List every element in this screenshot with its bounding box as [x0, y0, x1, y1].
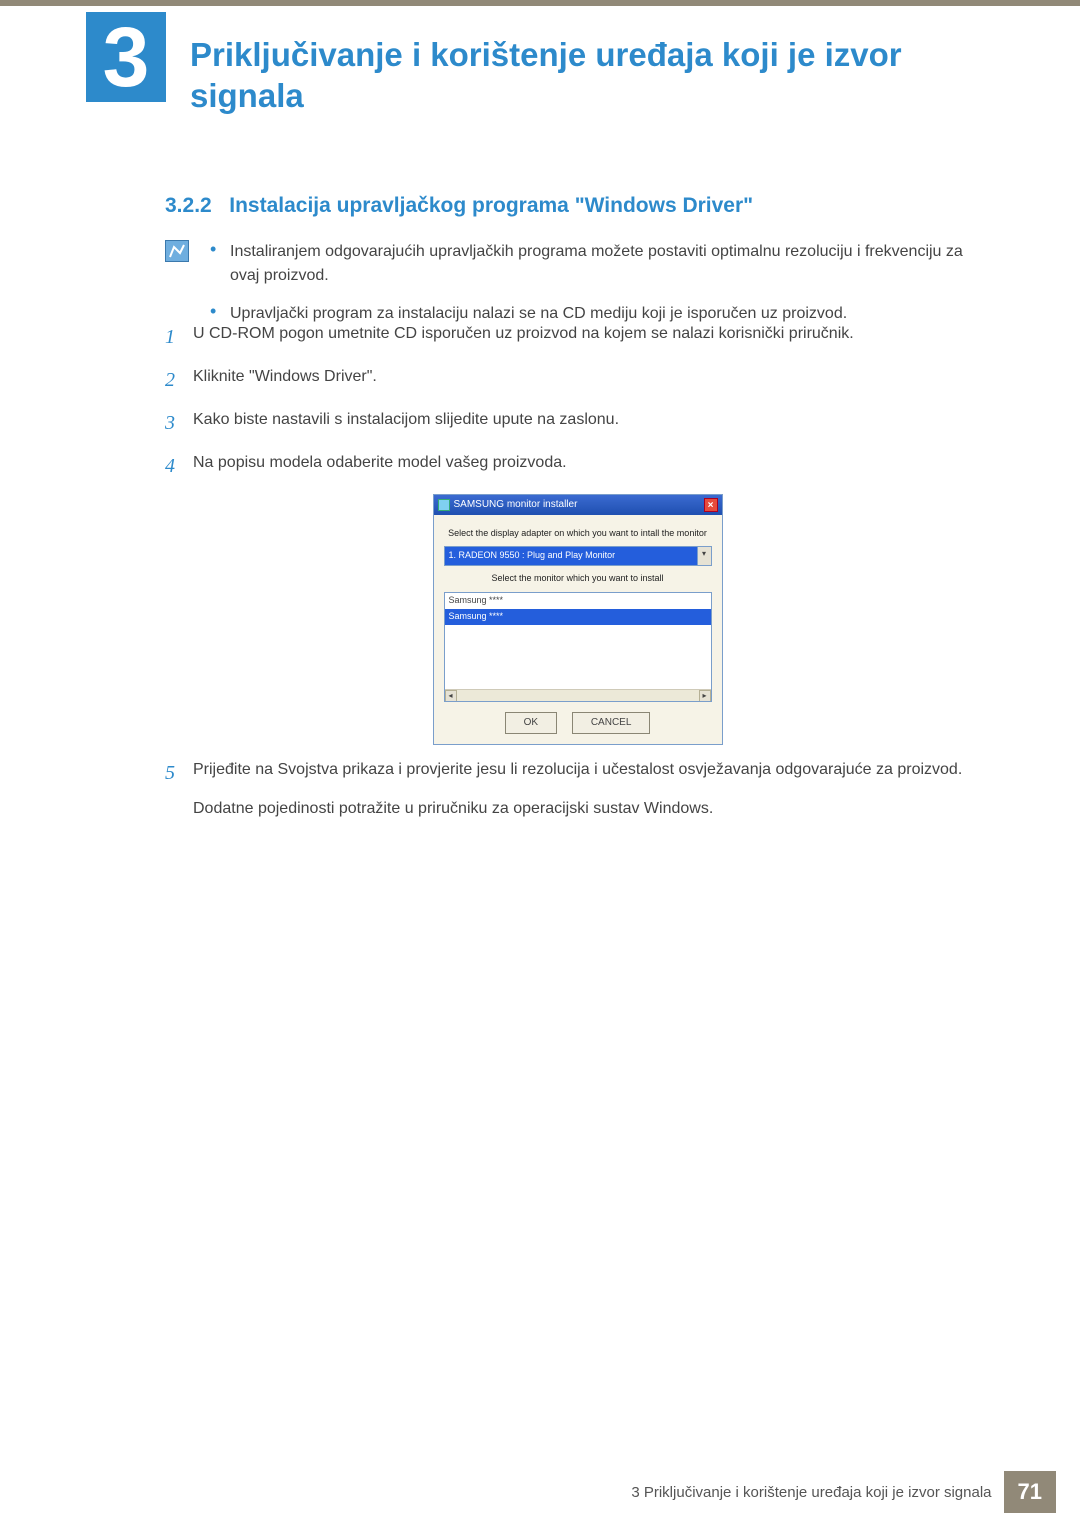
step-number: 3: [165, 408, 193, 439]
step-number: 1: [165, 322, 193, 353]
step-text: Na popisu modela odaberite model vašeg p…: [193, 451, 990, 482]
note-text: Instaliranjem odgovarajućih upravljačkih…: [230, 240, 980, 288]
installer-titlebar: SAMSUNG monitor installer ×: [434, 495, 722, 515]
step-row: 2 Kliknite "Windows Driver".: [165, 365, 990, 396]
note-icon: [165, 240, 189, 262]
installer-window: SAMSUNG monitor installer × Select the d…: [433, 494, 723, 745]
top-accent-bar: [0, 0, 1080, 6]
footer-text: 3 Priključivanje i korištenje uređaja ko…: [631, 1484, 991, 1501]
section-heading: 3.2.2 Instalacija upravljačkog programa …: [165, 194, 753, 218]
installer-buttons: OK CANCEL: [444, 712, 712, 734]
step-text: Kako biste nastavili s instalacijom slij…: [193, 408, 990, 439]
step-text: U CD-ROM pogon umetnite CD isporučen uz …: [193, 322, 990, 353]
chapter-number-badge: 3: [86, 12, 166, 102]
step-text: Prijeđite na Svojstva prikaza i provjeri…: [193, 758, 990, 783]
step-row: 5 Prijeđite na Svojstva prikaza i provje…: [165, 758, 990, 822]
adapter-label: Select the display adapter on which you …: [444, 527, 712, 541]
installer-title: SAMSUNG monitor installer: [454, 497, 578, 513]
adapter-selected: 1. RADEON 9550 : Plug and Play Monitor: [445, 547, 697, 565]
window-icon: [438, 499, 450, 511]
adapter-dropdown[interactable]: 1. RADEON 9550 : Plug and Play Monitor ▾: [444, 546, 712, 566]
step-number: 4: [165, 451, 193, 482]
bullet-icon: •: [210, 240, 230, 288]
scroll-left-icon[interactable]: ◂: [445, 690, 457, 702]
section-number: 3.2.2: [165, 194, 212, 217]
step-number: 5: [165, 758, 193, 822]
close-icon[interactable]: ×: [704, 498, 718, 512]
page-number: 71: [1004, 1471, 1056, 1513]
step-number: 2: [165, 365, 193, 396]
step-5-block: 5 Prijeđite na Svojstva prikaza i provje…: [165, 758, 990, 836]
page-footer: 3 Priključivanje i korištenje uređaja ko…: [631, 1471, 1056, 1513]
monitor-listbox[interactable]: Samsung **** Samsung **** ◂ ▸: [444, 592, 712, 702]
section-title: Instalacija upravljačkog programa "Windo…: [229, 194, 753, 217]
list-item[interactable]: Samsung ****: [445, 609, 711, 625]
cancel-button[interactable]: CANCEL: [572, 712, 651, 734]
note-item: • Instaliranjem odgovarajućih upravljačk…: [210, 240, 980, 288]
chevron-down-icon[interactable]: ▾: [697, 547, 711, 565]
horizontal-scrollbar[interactable]: ◂ ▸: [445, 689, 711, 701]
scroll-right-icon[interactable]: ▸: [699, 690, 711, 702]
step-row: 3 Kako biste nastavili s instalacijom sl…: [165, 408, 990, 439]
step-extra-text: Dodatne pojedinosti potražite u priručni…: [193, 797, 990, 822]
list-item[interactable]: Samsung ****: [445, 593, 711, 609]
step-list: 1 U CD-ROM pogon umetnite CD isporučen u…: [165, 322, 990, 755]
ok-button[interactable]: OK: [505, 712, 557, 734]
chapter-title: Priključivanje i korištenje uređaja koji…: [190, 34, 1020, 117]
step-text: Kliknite "Windows Driver".: [193, 365, 990, 396]
installer-body: Select the display adapter on which you …: [434, 515, 722, 744]
monitor-label: Select the monitor which you want to ins…: [444, 572, 712, 586]
step-row: 4 Na popisu modela odaberite model vašeg…: [165, 451, 990, 482]
step-row: 1 U CD-ROM pogon umetnite CD isporučen u…: [165, 322, 990, 353]
